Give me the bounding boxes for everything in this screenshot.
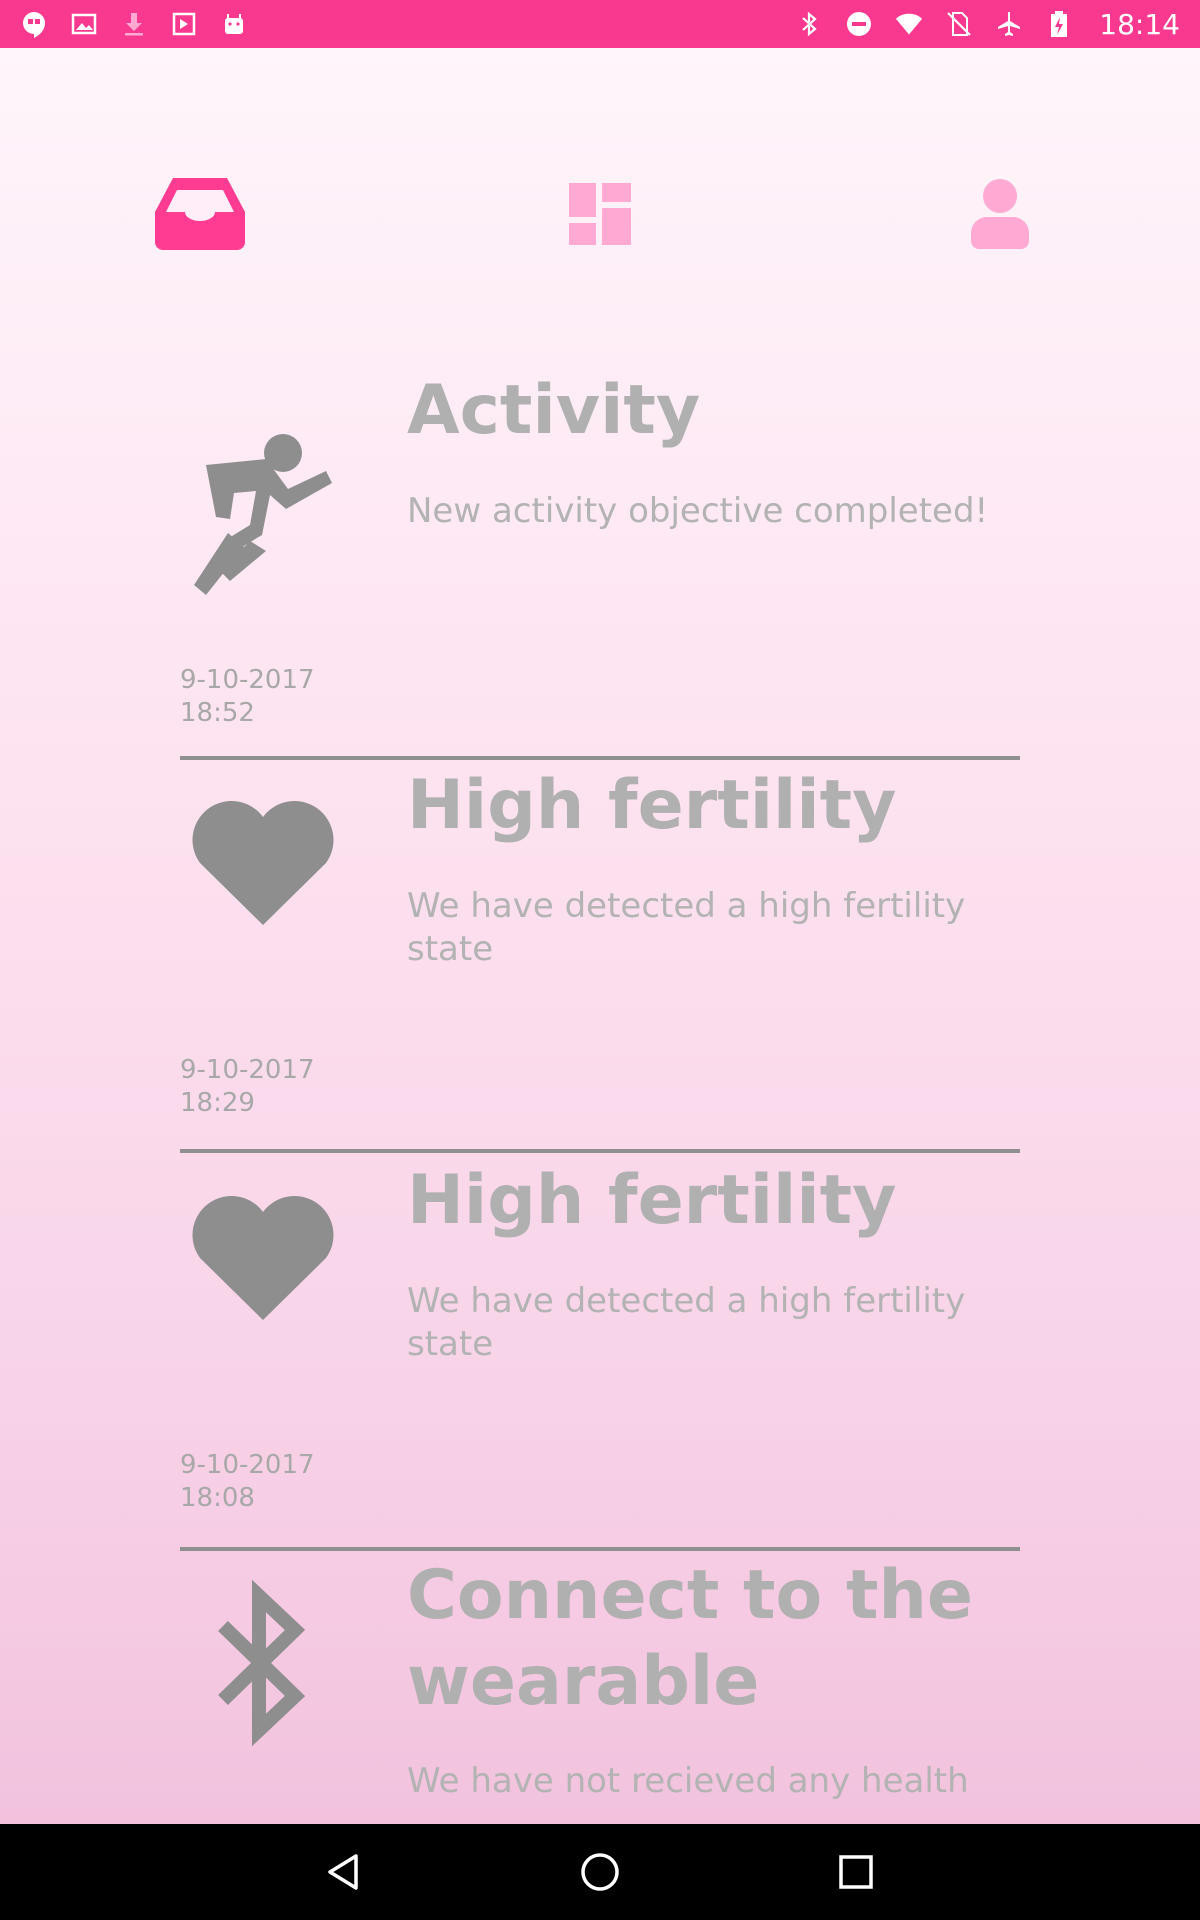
- no-sim-icon: [945, 10, 973, 38]
- notification-card[interactable]: Activity New activity objective complete…: [0, 368, 1200, 763]
- status-bar-time: 18:14: [1099, 7, 1180, 41]
- tab-dashboard[interactable]: [560, 176, 640, 252]
- battery-charging-icon: [1045, 10, 1073, 38]
- hangouts-icon: [20, 10, 48, 38]
- play-store-icon: [170, 10, 198, 38]
- inbox-icon: [155, 178, 245, 250]
- divider: [180, 1149, 1020, 1153]
- recents-button[interactable]: [832, 1848, 880, 1896]
- notification-time: 18:08: [180, 1483, 255, 1513]
- bluetooth-icon: [795, 10, 823, 38]
- notification-time: 18:29: [180, 1088, 255, 1118]
- recents-icon: [839, 1855, 873, 1889]
- divider: [180, 756, 1020, 760]
- notification-time: 18:52: [180, 698, 255, 728]
- running-person-icon: [183, 428, 343, 608]
- status-bar-system: 18:14: [795, 8, 1180, 41]
- home-icon: [581, 1853, 619, 1891]
- tab-bar: [0, 48, 1200, 308]
- system-nav-bar: [0, 1824, 1200, 1920]
- app-content: Activity New activity objective complete…: [0, 48, 1200, 1824]
- airplane-mode-icon: [995, 10, 1023, 38]
- notification-title: High fertility: [407, 766, 897, 845]
- notification-date: 9-10-2017: [180, 1055, 315, 1085]
- notification-title: Connect to the wearable: [407, 1556, 973, 1721]
- notification-title: Activity: [407, 371, 701, 450]
- back-icon: [328, 1854, 358, 1890]
- status-bar: 18:14: [0, 0, 1200, 48]
- download-icon: [120, 10, 148, 38]
- notification-title: High fertility: [407, 1161, 897, 1240]
- notification-date: 9-10-2017: [180, 665, 315, 695]
- wifi-icon: [895, 10, 923, 38]
- divider: [180, 1547, 1020, 1551]
- notification-message: We have detected a high fertility state: [407, 886, 966, 969]
- profile-icon: [971, 179, 1029, 249]
- heart-icon: [183, 773, 343, 953]
- notification-message: We have not recieved any health: [407, 1761, 969, 1801]
- do-not-disturb-icon: [845, 10, 873, 38]
- notification-card[interactable]: Connect to the wearable We have not reci…: [0, 1553, 1200, 1824]
- notification-card[interactable]: High fertility We have detected a high f…: [0, 763, 1200, 1158]
- notification-date: 9-10-2017: [180, 1450, 315, 1480]
- dashboard-icon: [569, 183, 631, 245]
- notification-message: We have detected a high fertility state: [407, 1281, 966, 1364]
- notification-card[interactable]: High fertility We have detected a high f…: [0, 1158, 1200, 1553]
- tab-inbox[interactable]: [150, 168, 250, 258]
- bluetooth-icon: [183, 1573, 343, 1753]
- android-icon: [220, 10, 248, 38]
- heart-icon: [183, 1168, 343, 1348]
- notification-feed: Activity New activity objective complete…: [0, 368, 1200, 1824]
- back-button[interactable]: [320, 1848, 368, 1896]
- image-icon: [70, 10, 98, 38]
- home-button[interactable]: [576, 1848, 624, 1896]
- notification-message: New activity objective completed!: [407, 491, 989, 531]
- status-bar-notifications: [20, 10, 248, 38]
- tab-profile[interactable]: [960, 172, 1040, 256]
